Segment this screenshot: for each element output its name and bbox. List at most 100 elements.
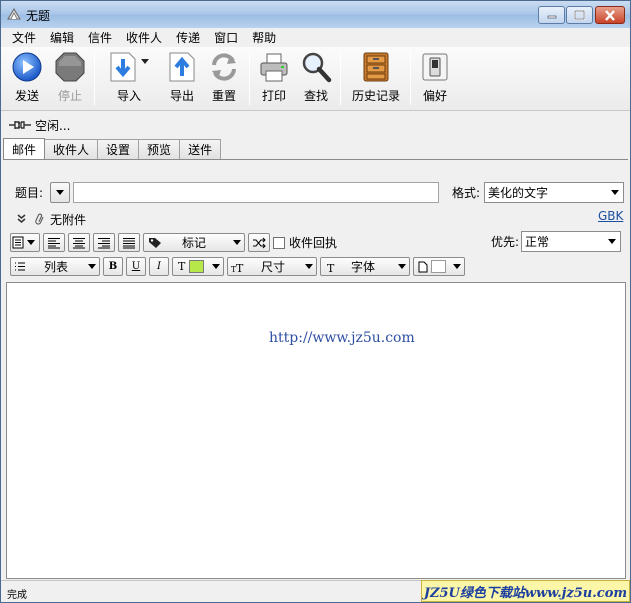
title-bar[interactable]: 无题 [1,1,630,28]
cabinet-icon [363,52,389,82]
mark-dropdown[interactable]: 标记 [143,233,245,252]
menu-message[interactable]: 信件 [81,29,119,46]
body-url-text[interactable]: http://www.jz5u.com [269,330,415,346]
send-label: 发送 [14,89,39,103]
history-button[interactable]: 历史记录 [348,51,404,107]
maximize-icon [574,10,585,20]
prefs-button[interactable]: 偏好 [418,51,452,107]
italic-button[interactable]: I [149,257,169,276]
toolbar-separator [249,51,250,105]
expand-icon[interactable] [17,214,26,224]
align-center-icon [73,237,85,248]
menu-file[interactable]: 文件 [5,29,43,46]
message-body-editor[interactable]: http://www.jz5u.com [6,282,626,579]
subject-input[interactable] [73,182,440,203]
print-label: 打印 [261,89,286,103]
font-dropdown[interactable]: T 字体 [320,257,410,276]
import-icon [110,52,149,82]
menu-edit[interactable]: 编辑 [43,29,81,46]
switch-icon [422,53,448,81]
subject-history-dropdown[interactable] [50,182,71,203]
chevron-down-icon [56,189,65,195]
priority-select[interactable]: 正常 [521,231,622,252]
attachments-text: 无附件 [50,212,87,227]
menu-help[interactable]: 帮助 [245,29,283,46]
close-icon [605,9,615,21]
find-button[interactable]: 查找 [299,51,333,107]
attachments-row: 无附件 [17,211,86,227]
printer-icon [260,53,288,82]
toolbar: 发送 停止 导入 导出 重置 打印 查找 历史记录 偏好 [1,47,630,111]
align-left-icon [48,237,60,248]
paragraph-style-button[interactable] [10,233,40,252]
align-center-button[interactable] [68,233,90,252]
chevron-down-icon [233,240,241,245]
list-dropdown[interactable]: 列表 [10,257,100,276]
menu-transfer[interactable]: 传递 [169,29,207,46]
format-value: 美化的文字 [488,186,549,200]
receipt-checkbox[interactable] [273,236,285,249]
tab-send[interactable]: 送件 [179,139,222,159]
underline-button[interactable]: U [126,257,146,276]
format-select[interactable]: 美化的文字 [484,182,625,203]
document-icon [12,236,24,249]
watermark-banner: JZ5U绿色下载站www.jz5u.com [421,580,630,602]
prefs-label: 偏好 [422,89,447,103]
font-icon: T [327,262,335,273]
format-row: 格式: 美化的文字 [452,182,625,203]
magnifier-icon [302,52,332,83]
align-left-button[interactable] [43,233,65,252]
export-label: 导出 [169,89,194,103]
maximize-button[interactable] [566,6,593,24]
tab-preview[interactable]: 预览 [138,139,181,159]
reset-button[interactable]: 重置 [207,51,241,107]
plug-icon [9,121,31,129]
stop-icon [55,52,85,82]
text-color-t: T [178,260,186,273]
minimize-icon [547,15,556,19]
background-color-dropdown[interactable] [413,257,465,276]
connection-status: 空闲... [1,115,70,135]
encoding-link[interactable]: GBK [598,209,623,223]
svg-text:T: T [236,262,244,273]
format-label: 格式: [452,186,481,200]
menu-window[interactable]: 窗口 [207,29,245,46]
tab-strip: 邮件 收件人 设置 预览 送件 [3,138,222,159]
find-label: 查找 [303,89,328,103]
subject-row: 题目: [15,182,440,203]
close-button[interactable] [595,6,625,24]
print-button[interactable]: 打印 [257,51,291,107]
menu-recipients[interactable]: 收件人 [119,29,169,46]
status-text: 完成 [7,590,27,601]
tab-settings[interactable]: 设置 [97,139,140,159]
tab-recipients[interactable]: 收件人 [44,139,99,159]
send-button[interactable]: 发送 [9,51,45,107]
refresh-icon [212,53,236,81]
chevron-down-icon [212,264,220,269]
export-button[interactable]: 导出 [165,51,199,107]
mark-label: 标记 [182,236,207,250]
color-swatch [189,260,205,273]
font-label: 字体 [351,260,376,274]
export-icon [169,52,195,82]
priority-row: 优先: 正常 [491,231,622,252]
stop-button[interactable]: 停止 [52,51,88,107]
align-right-button[interactable] [93,233,115,252]
bg-color-swatch [431,260,446,273]
app-icon [7,8,21,20]
tab-message[interactable]: 邮件 [3,138,46,159]
main-window: 无题 文件 编辑 信件 收件人 传递 窗口 帮助 发送 停止 导入 导出 重置 … [0,0,631,603]
size-dropdown[interactable]: TT 尺寸 [227,257,317,276]
bold-button[interactable]: B [103,257,123,276]
shuffle-button[interactable] [248,233,270,252]
minimize-button[interactable] [538,6,565,24]
justify-button[interactable] [118,233,140,252]
receipt-label: 收件回执 [289,236,338,250]
import-button[interactable]: 导入 [107,51,151,107]
menu-bar: 文件 编辑 信件 收件人 传递 窗口 帮助 [1,28,630,47]
shuffle-icon [253,237,266,248]
priority-value: 正常 [525,235,550,249]
text-color-dropdown[interactable]: T [172,257,224,276]
stop-label: 停止 [57,89,82,103]
list-label: 列表 [44,260,69,274]
